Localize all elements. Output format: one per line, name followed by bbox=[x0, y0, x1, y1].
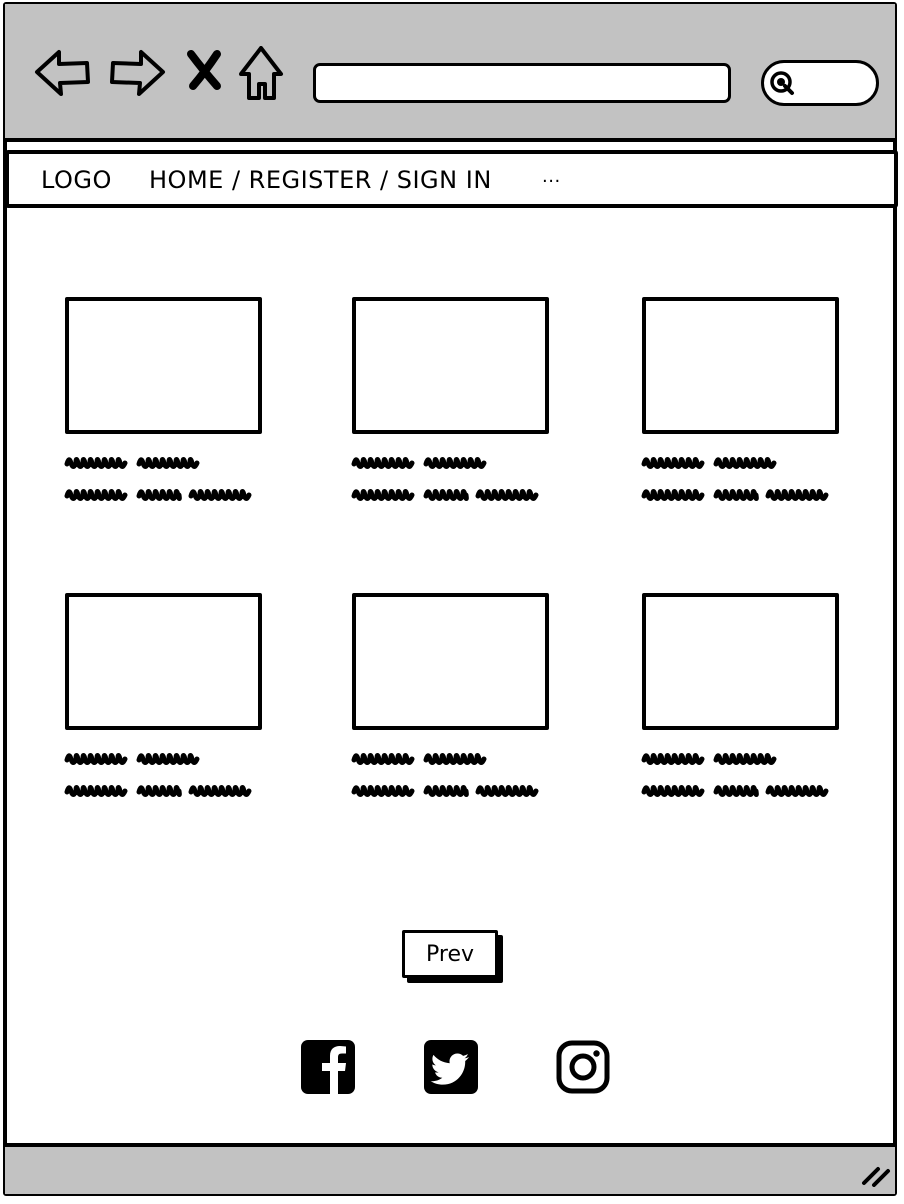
instagram-icon[interactable] bbox=[554, 1038, 612, 1096]
logo[interactable]: LOGO bbox=[41, 166, 112, 194]
placeholder-text-line bbox=[641, 785, 829, 797]
placeholder-text-line bbox=[641, 457, 777, 469]
resize-grip-icon[interactable] bbox=[860, 1163, 892, 1187]
card-image[interactable] bbox=[642, 593, 839, 730]
twitter-icon[interactable] bbox=[422, 1038, 480, 1096]
facebook-icon[interactable] bbox=[299, 1038, 357, 1096]
browser-toolbar bbox=[5, 4, 895, 142]
placeholder-text-line bbox=[351, 489, 539, 501]
placeholder-text-line bbox=[64, 785, 252, 797]
site-navigation: LOGO HOME / REGISTER / SIGN IN ... bbox=[5, 150, 898, 208]
browser-search-field[interactable] bbox=[761, 60, 879, 106]
placeholder-text-line bbox=[64, 489, 252, 501]
placeholder-text-line bbox=[351, 753, 487, 765]
back-arrow-icon[interactable] bbox=[33, 46, 93, 106]
card-image[interactable] bbox=[352, 297, 549, 434]
card-image[interactable] bbox=[642, 297, 839, 434]
placeholder-text-line bbox=[64, 753, 200, 765]
card-image[interactable] bbox=[352, 593, 549, 730]
prev-button[interactable]: Prev bbox=[402, 930, 498, 978]
home-icon[interactable] bbox=[237, 46, 297, 106]
browser-status-bar bbox=[5, 1143, 895, 1194]
placeholder-text-line bbox=[351, 457, 487, 469]
forward-arrow-icon[interactable] bbox=[107, 46, 167, 106]
address-bar[interactable] bbox=[313, 63, 731, 103]
placeholder-text-line bbox=[351, 785, 539, 797]
placeholder-text-line bbox=[641, 489, 829, 501]
placeholder-text-line bbox=[641, 753, 777, 765]
nav-links[interactable]: HOME / REGISTER / SIGN IN bbox=[149, 166, 492, 194]
close-icon[interactable] bbox=[183, 46, 227, 106]
placeholder-text-line bbox=[64, 457, 200, 469]
card-image[interactable] bbox=[65, 297, 262, 434]
card-image[interactable] bbox=[65, 593, 262, 730]
nav-more[interactable]: ... bbox=[542, 166, 561, 187]
search-icon bbox=[770, 71, 794, 95]
